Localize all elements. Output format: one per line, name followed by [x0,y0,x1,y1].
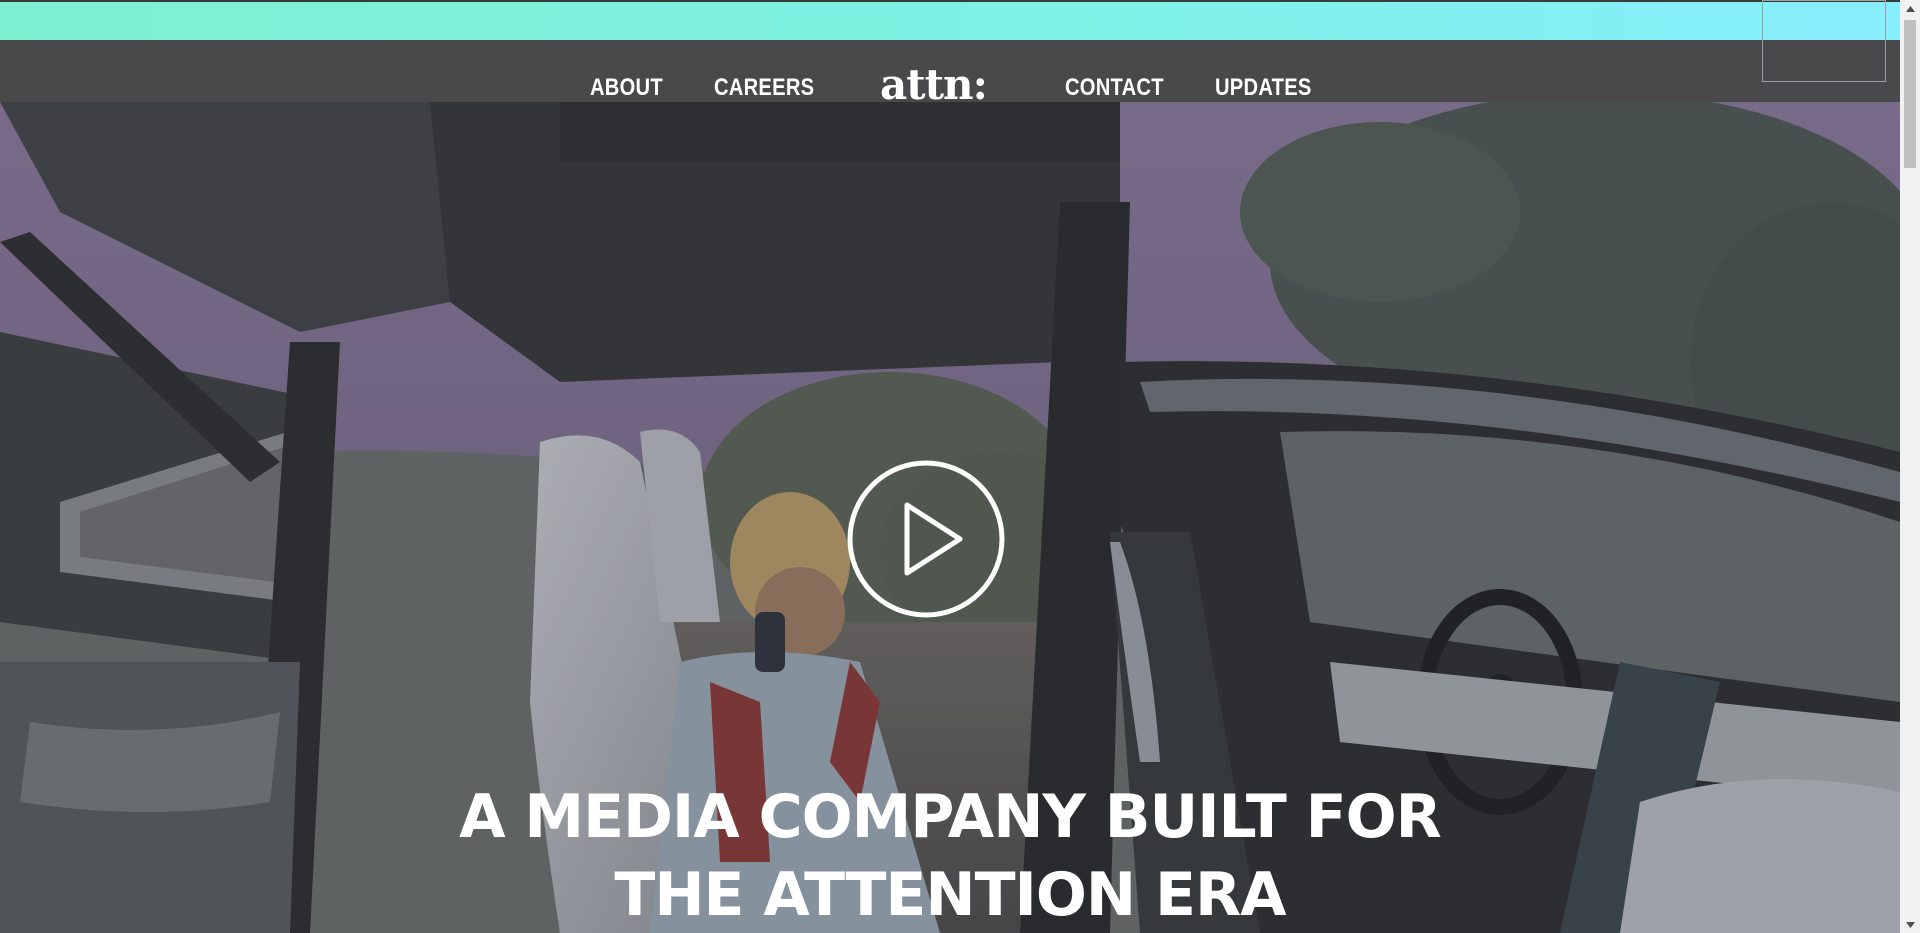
nav-updates[interactable]: UPDATES [1215,74,1312,102]
page: ABOUT CAREERS attn: CONTACT UPDATES A ME… [0,0,1920,933]
top-accent-bar [0,0,1900,40]
headline-line-2: THE ATTENTION ERA [614,860,1286,931]
scrollbar-thumb[interactable] [1904,20,1916,168]
headline-line-1: A MEDIA COMPANY BUILT FOR [459,782,1442,853]
vertical-scrollbar[interactable] [1900,0,1920,933]
nav-about[interactable]: ABOUT [590,74,663,102]
scroll-down-arrow-icon[interactable] [1900,916,1920,933]
menu-placeholder-box[interactable] [1762,0,1886,82]
hero-headline: A MEDIA COMPANY BUILT FOR THE ATTENTION … [0,778,1900,933]
play-icon [847,460,1005,618]
nav-careers[interactable]: CAREERS [714,74,814,102]
play-video-button[interactable] [847,460,1005,618]
scroll-up-arrow-icon[interactable] [1900,0,1920,17]
nav-contact[interactable]: CONTACT [1065,74,1164,102]
